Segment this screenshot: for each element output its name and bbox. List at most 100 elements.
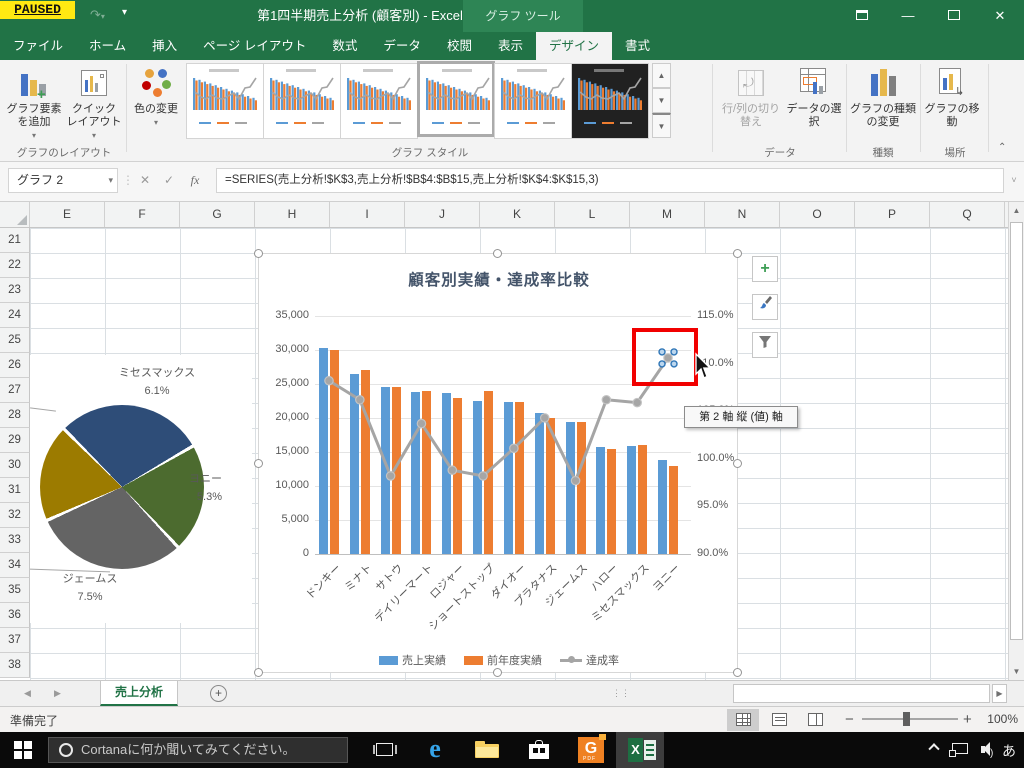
tray-volume-icon[interactable]: ): [981, 742, 993, 759]
column-header-Q[interactable]: Q: [930, 202, 1005, 227]
chart-filter-button[interactable]: [752, 332, 778, 358]
chart-style-thumbnail-5[interactable]: [494, 63, 572, 139]
row-header-30[interactable]: 30: [0, 453, 30, 478]
chart-style-thumbnail-4[interactable]: [417, 61, 495, 137]
add-chart-element-button[interactable]: + グラフ要素を追加▾: [4, 64, 64, 148]
bar-sales-10[interactable]: [627, 446, 636, 554]
bar-prev-year-9[interactable]: [607, 449, 616, 554]
ribbon-tab-0[interactable]: ファイル: [0, 32, 76, 60]
bar-prev-year-1[interactable]: [361, 370, 370, 554]
ribbon-tab-5[interactable]: データ: [370, 32, 434, 60]
column-header-J[interactable]: J: [405, 202, 480, 227]
row-header-26[interactable]: 26: [0, 353, 30, 378]
row-header-31[interactable]: 31: [0, 478, 30, 503]
chart-style-thumbnail-6[interactable]: [571, 63, 649, 139]
move-chart-button[interactable]: ↳ グラフの移動: [924, 64, 980, 148]
close-button[interactable]: ✕: [978, 0, 1022, 32]
scroll-down-icon[interactable]: ▼: [1009, 663, 1024, 680]
chart-handle-bottom-right[interactable]: [733, 668, 742, 677]
chart-handle-middle-left[interactable]: [254, 459, 263, 468]
row-header-34[interactable]: 34: [0, 553, 30, 578]
chart-handle-top-center[interactable]: [493, 249, 502, 258]
bar-sales-4[interactable]: [442, 393, 451, 554]
bar-sales-9[interactable]: [596, 447, 605, 554]
column-header-K[interactable]: K: [480, 202, 555, 227]
row-header-29[interactable]: 29: [0, 428, 30, 453]
bar-sales-2[interactable]: [381, 387, 390, 554]
name-box-dropdown-icon[interactable]: ▾: [108, 169, 113, 192]
column-header-H[interactable]: H: [255, 202, 330, 227]
select-data-button[interactable]: データの選択: [786, 64, 842, 148]
sheet-nav-right-icon[interactable]: ▶: [54, 681, 61, 706]
column-header-I[interactable]: I: [330, 202, 405, 227]
ribbon-tab-4[interactable]: 数式: [319, 32, 370, 60]
zoom-level[interactable]: 100%: [980, 712, 1018, 726]
zoom-in-button[interactable]: +: [963, 711, 972, 728]
chart-handle-top-right[interactable]: [733, 249, 742, 258]
zoom-slider-thumb[interactable]: [903, 712, 910, 726]
ribbon-tab-3[interactable]: ページ レイアウト: [190, 32, 319, 60]
row-header-37[interactable]: 37: [0, 628, 30, 653]
formula-input[interactable]: =SERIES(売上分析!$K$3,売上分析!$B$4:$B$15,売上分析!$…: [216, 168, 1004, 193]
chart-handle-middle-right[interactable]: [733, 459, 742, 468]
column-header-P[interactable]: P: [855, 202, 930, 227]
maximize-restore-button[interactable]: [932, 0, 976, 32]
tray-ime-mode[interactable]: あ: [1002, 741, 1016, 761]
legend-item-2[interactable]: 達成率: [560, 652, 619, 668]
minimize-button[interactable]: —: [886, 0, 930, 32]
ribbon-tab-9[interactable]: 書式: [612, 32, 663, 60]
row-header-24[interactable]: 24: [0, 303, 30, 328]
bar-prev-year-10[interactable]: [638, 445, 647, 554]
chart-style-thumbnail-3[interactable]: [340, 63, 418, 139]
chart-style-thumbnail-2[interactable]: [263, 63, 341, 139]
column-header-L[interactable]: L: [555, 202, 630, 227]
chart-title[interactable]: 顧客別実績・達成率比較: [259, 268, 739, 290]
quick-access-customize-button[interactable]: ▾: [122, 7, 127, 18]
row-header-23[interactable]: 23: [0, 278, 30, 303]
bar-prev-year-8[interactable]: [577, 422, 586, 554]
change-chart-type-button[interactable]: グラフの種類の変更: [850, 64, 916, 148]
bar-prev-year-2[interactable]: [392, 387, 401, 554]
excel-icon[interactable]: X: [626, 732, 660, 768]
row-header-28[interactable]: 28: [0, 403, 30, 428]
legend-item-0[interactable]: 売上実績: [379, 652, 446, 668]
tab-scroll-splitter[interactable]: ⋮⋮: [612, 681, 630, 706]
task-view-button[interactable]: [368, 732, 402, 768]
insert-function-icon[interactable]: fx: [182, 168, 208, 193]
bar-sales-8[interactable]: [566, 422, 575, 554]
enter-icon[interactable]: ✓: [158, 168, 180, 193]
cancel-icon[interactable]: ✕: [134, 168, 156, 193]
redo-button[interactable]: ↷▾: [90, 7, 105, 23]
ribbon-tab-6[interactable]: 校閲: [434, 32, 485, 60]
row-header-35[interactable]: 35: [0, 578, 30, 603]
row-header-33[interactable]: 33: [0, 528, 30, 553]
store-icon[interactable]: [522, 732, 556, 768]
bar-sales-5[interactable]: [473, 401, 482, 554]
view-normal-button[interactable]: [727, 709, 759, 731]
bar-prev-year-4[interactable]: [453, 398, 462, 554]
scroll-right-icon[interactable]: ▶: [992, 684, 1007, 703]
start-button[interactable]: [8, 732, 40, 768]
gpdf-app-icon[interactable]: G PDF: [574, 732, 608, 768]
ribbon-tab-7[interactable]: 表示: [485, 32, 536, 60]
view-page-layout-button[interactable]: [763, 709, 795, 731]
row-header-27[interactable]: 27: [0, 378, 30, 403]
formula-bar-expand-icon[interactable]: ˅: [1006, 168, 1022, 193]
gallery-scroll-down-button[interactable]: ▼: [652, 88, 671, 113]
name-box[interactable]: グラフ 2 ▾: [8, 168, 118, 193]
bar-prev-year-11[interactable]: [669, 466, 678, 554]
file-explorer-icon[interactable]: [470, 732, 504, 768]
bar-prev-year-3[interactable]: [422, 391, 431, 554]
quick-layout-button[interactable]: クイック レイアウト▾: [66, 64, 122, 148]
pie-chart-object[interactable]: ミセスマックス6.1%ヨニー5.3%ジェームス7.5%: [30, 355, 252, 623]
legend-item-1[interactable]: 前年度実績: [464, 652, 542, 668]
chart-styles-brush-button[interactable]: [752, 294, 778, 320]
zoom-slider-track[interactable]: [862, 718, 958, 720]
chart-legend[interactable]: 売上実績 前年度実績 達成率: [259, 652, 739, 668]
change-colors-button[interactable]: 色の変更▾: [130, 64, 182, 148]
column-header-N[interactable]: N: [705, 202, 780, 227]
chart-elements-plus-button[interactable]: +: [752, 256, 778, 282]
column-header-G[interactable]: G: [180, 202, 255, 227]
ribbon-display-options-button[interactable]: [840, 0, 884, 32]
row-header-32[interactable]: 32: [0, 503, 30, 528]
